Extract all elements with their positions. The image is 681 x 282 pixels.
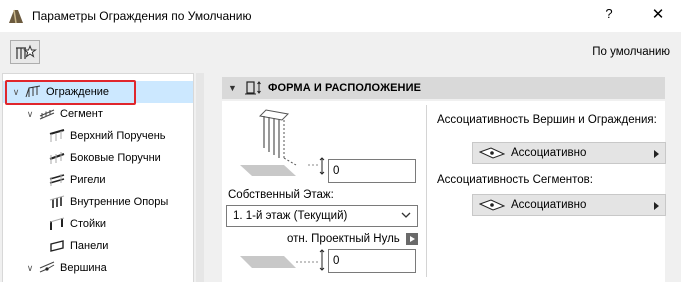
close-button[interactable]: ✕ — [644, 5, 672, 27]
popup-arrow-icon — [654, 150, 659, 158]
segment-associativity-popup[interactable]: Ассоциативно — [472, 194, 666, 216]
window-title: Параметры Ограждения по Умолчанию — [32, 9, 252, 23]
panel-splitter[interactable] — [196, 73, 204, 282]
tree-item-railing[interactable]: ∨ Ограждение — [3, 81, 193, 103]
home-story-label: Собственный Этаж: — [228, 189, 334, 201]
tree-item-label: Верхний Поручень — [70, 130, 166, 142]
tree-item-node[interactable]: ∨ Вершина — [3, 257, 193, 279]
app-icon — [9, 9, 23, 24]
tree-item-panels[interactable]: Панели — [3, 235, 193, 257]
segment-associativity-label: Ассоциативность Сегментов: — [437, 174, 593, 186]
panels-icon — [50, 240, 64, 252]
posts-icon — [49, 217, 65, 230]
bottom-offset-input[interactable]: 0 — [328, 249, 416, 273]
tree-item-label: Внутренние Опоры — [70, 196, 169, 208]
tree-item-top-rail[interactable]: Верхний Поручень — [3, 125, 193, 147]
bottom-offset-diagram — [240, 249, 325, 271]
home-story-select[interactable]: 1. 1-й этаж (Текущий) — [226, 205, 418, 227]
tree-item-label: Ригели — [70, 174, 106, 186]
node-icon — [39, 261, 55, 273]
settings-tree: ∨ Ограждение ∨ Сегмент Верхний Поручень … — [2, 73, 194, 282]
title-bar: Параметры Ограждения по Умолчанию ? ✕ — [0, 0, 681, 32]
collapse-triangle-icon[interactable]: ▼ — [228, 83, 238, 93]
tree-item-segment[interactable]: ∨ Сегмент — [3, 103, 193, 125]
popup-arrow-icon — [654, 202, 659, 210]
node-associativity-popup[interactable]: Ассоциативно — [472, 142, 666, 164]
chevron-down-icon[interactable]: ∨ — [25, 263, 35, 273]
section-title: ФОРМА И РАСПОЛОЖЕНИЕ — [268, 82, 422, 94]
top-rail-icon — [49, 129, 65, 142]
home-story-value: 1. 1-й этаж (Текущий) — [233, 210, 348, 222]
chevron-down-icon[interactable]: ∨ — [25, 109, 35, 119]
tree-item-label: Ограждение — [46, 86, 110, 98]
tree-item-label: Сегмент — [60, 108, 103, 120]
tree-item-label: Вершина — [60, 262, 107, 274]
help-button[interactable]: ? — [598, 6, 620, 26]
associative-icon — [479, 147, 505, 159]
railing-offset-diagram — [240, 109, 325, 176]
chevron-down-icon[interactable]: ∨ — [11, 87, 21, 97]
section-header[interactable]: ▼ ФОРМА И РАСПОЛОЖЕНИЕ — [222, 77, 665, 99]
tree-item-inner-posts[interactable]: Внутренние Опоры — [3, 191, 193, 213]
railing-icon — [25, 85, 41, 98]
handrails-icon — [49, 152, 65, 164]
shape-placement-icon — [245, 81, 261, 95]
segment-associativity-value: Ассоциативно — [511, 199, 587, 211]
tree-item-rails[interactable]: Ригели — [3, 169, 193, 191]
rails-icon — [49, 174, 65, 186]
inner-posts-icon — [49, 195, 65, 208]
node-associativity-label: Ассоциативность Вершин и Ограждения: — [437, 114, 657, 126]
tree-item-label: Боковые Поручни — [70, 152, 161, 164]
tree-item-label: Стойки — [70, 218, 107, 230]
tree-item-handrails[interactable]: Боковые Поручни — [3, 147, 193, 169]
favorites-button[interactable] — [10, 40, 40, 64]
node-associativity-value: Ассоциативно — [511, 147, 587, 159]
tree-item-label: Панели — [70, 240, 109, 252]
reference-menu-button[interactable] — [406, 233, 418, 245]
tree-item-posts[interactable]: Стойки — [3, 213, 193, 235]
reference-label: отн. Проектный Нуль — [287, 233, 400, 245]
railing-star-icon — [16, 44, 37, 59]
associative-icon — [479, 199, 505, 211]
chevron-down-icon — [401, 212, 411, 218]
default-label: По умолчанию — [592, 46, 670, 58]
segment-icon — [39, 109, 55, 120]
top-offset-input[interactable]: 0 — [328, 159, 416, 183]
column-divider — [426, 105, 427, 277]
